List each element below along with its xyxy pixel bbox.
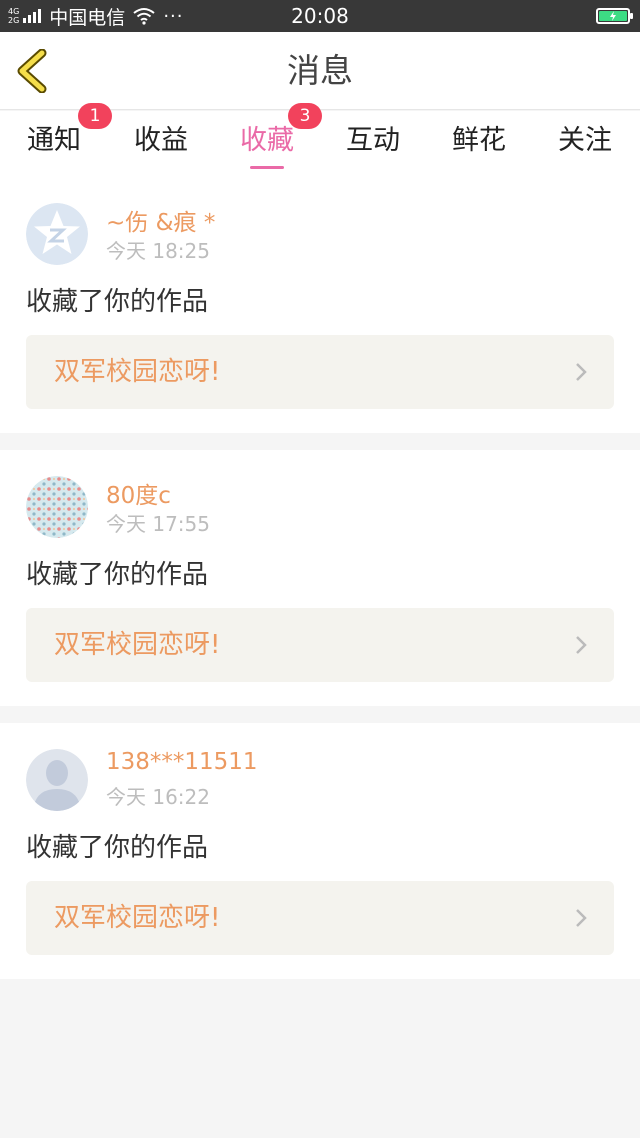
default-person-avatar-icon[interactable] (26, 749, 88, 811)
tab-label: 收益 (134, 125, 188, 156)
chevron-right-icon (576, 909, 587, 927)
tab-label: 鲜花 (452, 125, 506, 156)
tab-label: 互动 (346, 125, 400, 156)
list-item: ~伤 &痕 * 今天 18:25 收藏了你的作品 双军校园恋呀! (0, 177, 640, 433)
username[interactable]: ~伤 &痕 * (106, 203, 215, 237)
battery-charging-icon (596, 8, 633, 24)
timestamp: 今天 18:25 (106, 239, 210, 263)
pattern-avatar-icon[interactable] (26, 476, 88, 538)
tab-interactions[interactable]: 互动 (320, 111, 426, 177)
action-text: 收藏了你的作品 (26, 833, 209, 863)
tab-bar: 通知 1 收益 收藏 3 互动 鲜花 关注 (0, 103, 640, 177)
tab-favorites[interactable]: 收藏 3 (214, 103, 322, 177)
work-link[interactable]: 双军校园恋呀! (26, 881, 614, 955)
timestamp: 今天 16:22 (106, 785, 210, 809)
work-title: 双军校园恋呀! (54, 357, 221, 387)
tab-flowers[interactable]: 鲜花 (426, 111, 532, 177)
action-text: 收藏了你的作品 (26, 560, 209, 590)
list-item: 80度c 今天 17:55 收藏了你的作品 双军校园恋呀! (0, 450, 640, 706)
notification-badge: 1 (78, 103, 112, 129)
chevron-right-icon (576, 363, 587, 381)
status-bar: 4G 2G 中国电信 ··· 20:08 (0, 0, 640, 32)
username[interactable]: 138***11511 (106, 749, 258, 775)
page-title: 消息 (287, 51, 353, 90)
clock: 20:08 (291, 4, 349, 28)
tab-earnings[interactable]: 收益 (108, 111, 214, 177)
work-link[interactable]: 双军校园恋呀! (26, 335, 614, 409)
active-tab-indicator (250, 166, 284, 169)
work-title: 双军校园恋呀! (54, 630, 221, 660)
list-item: 138***11511 今天 16:22 收藏了你的作品 双军校园恋呀! (0, 723, 640, 979)
tab-label: 关注 (558, 125, 612, 156)
tab-notifications[interactable]: 通知 1 (1, 103, 112, 177)
action-text: 收藏了你的作品 (26, 287, 209, 317)
username[interactable]: 80度c (106, 476, 171, 510)
chevron-right-icon (576, 636, 587, 654)
work-link[interactable]: 双军校园恋呀! (26, 608, 614, 682)
tab-follows[interactable]: 关注 (532, 111, 638, 177)
work-title: 双军校园恋呀! (54, 903, 221, 933)
qzone-star-avatar-icon[interactable] (26, 203, 88, 265)
timestamp: 今天 17:55 (106, 512, 210, 536)
top-bar: 消息 (0, 32, 640, 110)
notification-badge: 3 (288, 103, 322, 129)
